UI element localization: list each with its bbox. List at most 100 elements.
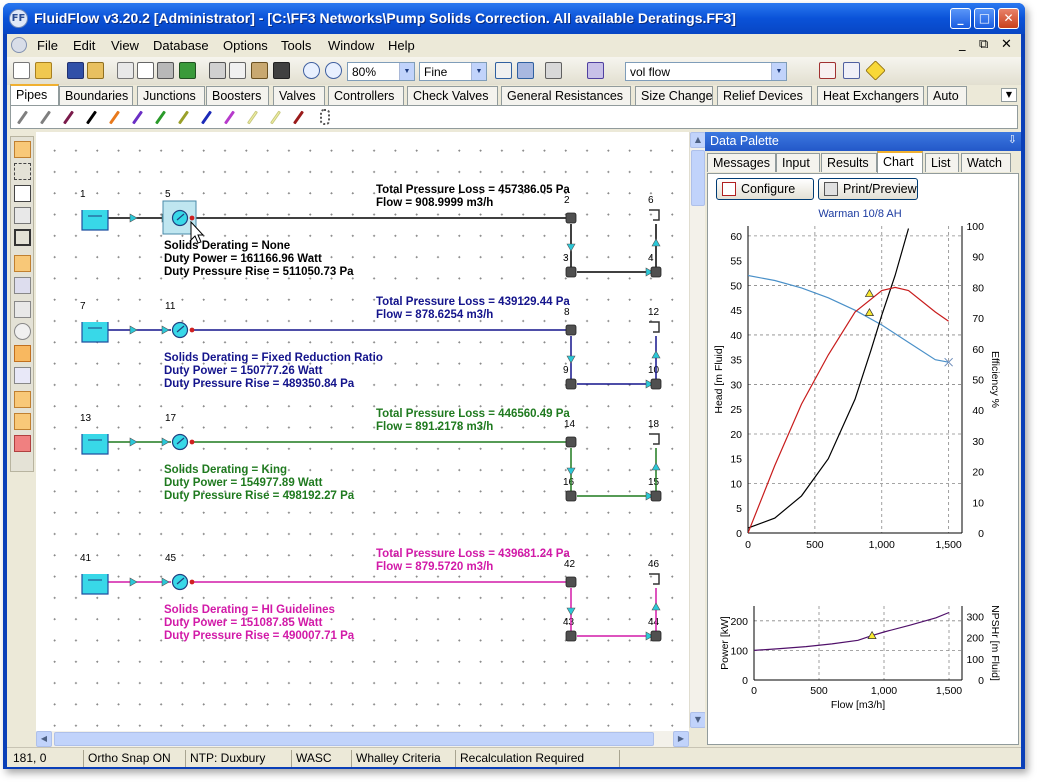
pen-icon[interactable]: [14, 367, 31, 384]
menu-view[interactable]: View: [111, 38, 139, 53]
pipe-type-icon[interactable]: [16, 110, 29, 125]
label-icon[interactable]: [14, 207, 31, 224]
mdi-close-button[interactable]: ✕: [1001, 37, 1012, 52]
canvas-vertical-scrollbar[interactable]: ▲ ▼: [689, 132, 706, 728]
pipe-type-icon[interactable]: [269, 110, 282, 125]
network-canvas[interactable]: 1 5 2 6 3 4 Total Pressure Loss = 457386.05 Pa…: [36, 132, 689, 744]
rectangle-select-icon[interactable]: [14, 163, 31, 180]
polygon-select-icon[interactable]: [14, 185, 31, 202]
pipe-type-icon[interactable]: [177, 110, 190, 125]
print-preview-button[interactable]: Print/Preview: [818, 178, 918, 200]
box-icon[interactable]: [14, 229, 31, 246]
new-icon[interactable]: [13, 62, 30, 79]
warning-icon[interactable]: [865, 60, 886, 81]
export-icon[interactable]: [179, 62, 196, 79]
copy-icon[interactable]: [229, 62, 246, 79]
menu-help[interactable]: Help: [388, 38, 415, 53]
select-arrow-icon[interactable]: [14, 141, 31, 158]
tab-junctions[interactable]: Junctions: [137, 86, 205, 105]
tab-general-resistances[interactable]: General Resistances: [501, 86, 631, 105]
tab-check-valves[interactable]: Check Valves: [407, 86, 498, 105]
resize-icon[interactable]: [14, 277, 31, 294]
chevron-down-icon[interactable]: ▼: [771, 63, 786, 80]
eraser-icon[interactable]: [587, 62, 604, 79]
tab-boosters[interactable]: Boosters: [206, 86, 269, 105]
tab-size-change[interactable]: Size Change: [635, 86, 713, 105]
tab-boundaries[interactable]: Boundaries: [59, 86, 133, 105]
zoom-select[interactable]: 80% ▼: [347, 62, 415, 81]
configure-button[interactable]: Configure: [716, 178, 814, 200]
tab-controllers[interactable]: Controllers: [328, 86, 404, 105]
app-icon[interactable]: FF: [9, 9, 28, 28]
maximize-button[interactable]: □: [974, 8, 995, 29]
save-icon[interactable]: [67, 62, 84, 79]
tab-relief-devices[interactable]: Relief Devices: [717, 86, 812, 105]
scroll-down-icon[interactable]: ▼: [690, 712, 706, 728]
pipe-type-icon[interactable]: [292, 110, 305, 125]
help-icon[interactable]: [819, 62, 836, 79]
display-field-select[interactable]: vol flow ▼: [625, 62, 787, 81]
chevron-down-icon[interactable]: ▼: [399, 63, 414, 80]
menu-options[interactable]: Options: [223, 38, 268, 53]
paste-icon[interactable]: [251, 62, 268, 79]
canvas-horizontal-scrollbar[interactable]: ◀ ▶: [36, 731, 689, 747]
tab-results[interactable]: Results: [821, 153, 877, 172]
tab-input[interactable]: Input: [776, 153, 820, 172]
tabs-scroll-icon[interactable]: ▼: [1001, 88, 1017, 102]
calculate-icon[interactable]: [517, 62, 534, 79]
menu-tools[interactable]: Tools: [281, 38, 311, 53]
minimize-button[interactable]: _: [950, 8, 971, 29]
tab-chart[interactable]: Chart: [877, 151, 923, 173]
print-preview-icon[interactable]: [137, 62, 154, 79]
save-all-icon[interactable]: [87, 62, 104, 79]
sigma-icon[interactable]: [545, 62, 562, 79]
menu-database[interactable]: Database: [153, 38, 209, 53]
align-icon[interactable]: [14, 391, 31, 408]
color-fill-icon[interactable]: [14, 345, 31, 362]
grid-select[interactable]: Fine ▼: [419, 62, 487, 81]
pipe-type-icon[interactable]: [39, 110, 52, 125]
close-button[interactable]: ✕: [998, 8, 1019, 29]
comment-icon[interactable]: [14, 301, 31, 318]
mdi-restore-button[interactable]: ⧉: [979, 37, 988, 52]
tab-pipes[interactable]: Pipes: [10, 84, 59, 106]
tab-list[interactable]: List: [925, 153, 959, 172]
pipe-type-icon[interactable]: [154, 110, 167, 125]
network-diagram[interactable]: 1 52 63 4Total Pressure Loss = 457386.05 Pa…: [36, 132, 689, 744]
pipe-type-icon[interactable]: [200, 110, 213, 125]
zoom-out-icon[interactable]: [325, 62, 342, 79]
mdi-minimize-button[interactable]: _: [959, 37, 966, 52]
open-icon[interactable]: [35, 62, 52, 79]
tab-heat-exchangers[interactable]: Heat Exchangers: [817, 86, 924, 105]
vertical-scroll-thumb[interactable]: [691, 150, 705, 206]
pipe-type-icon[interactable]: [62, 110, 75, 125]
horizontal-scroll-thumb[interactable]: [54, 732, 654, 746]
annotate-icon[interactable]: [14, 323, 31, 340]
tab-watch[interactable]: Watch: [961, 153, 1011, 172]
check-results-icon[interactable]: [495, 62, 512, 79]
scroll-up-icon[interactable]: ▲: [690, 132, 706, 148]
chevron-down-icon[interactable]: ▼: [471, 63, 486, 80]
tab-valves[interactable]: Valves: [273, 86, 325, 105]
cut-icon[interactable]: [209, 62, 226, 79]
pipe-type-icon[interactable]: [108, 110, 121, 125]
zoom-in-icon[interactable]: [303, 62, 320, 79]
move-icon[interactable]: [14, 255, 31, 272]
properties-icon[interactable]: [117, 62, 134, 79]
menu-edit[interactable]: Edit: [73, 38, 95, 53]
pipe-type-icon[interactable]: [223, 110, 236, 125]
title-bar[interactable]: FF FluidFlow v3.20.2 [Administrator] - […: [3, 3, 1025, 34]
list-icon[interactable]: [843, 62, 860, 79]
palette-title-bar[interactable]: Data Palette ⇩: [705, 132, 1021, 151]
scroll-right-icon[interactable]: ▶: [673, 731, 689, 747]
menu-file[interactable]: File: [37, 38, 58, 53]
text-tool-icon[interactable]: [14, 413, 31, 430]
flexible-pipe-icon[interactable]: [320, 109, 330, 125]
mdi-app-icon[interactable]: [11, 37, 27, 53]
scroll-left-icon[interactable]: ◀: [36, 731, 52, 747]
fill-color-icon[interactable]: [14, 435, 31, 452]
tab-auto[interactable]: Auto: [927, 86, 967, 105]
print-icon[interactable]: [157, 62, 174, 79]
pipe-type-icon[interactable]: [85, 110, 98, 125]
pin-icon[interactable]: ⇩: [1008, 133, 1017, 146]
